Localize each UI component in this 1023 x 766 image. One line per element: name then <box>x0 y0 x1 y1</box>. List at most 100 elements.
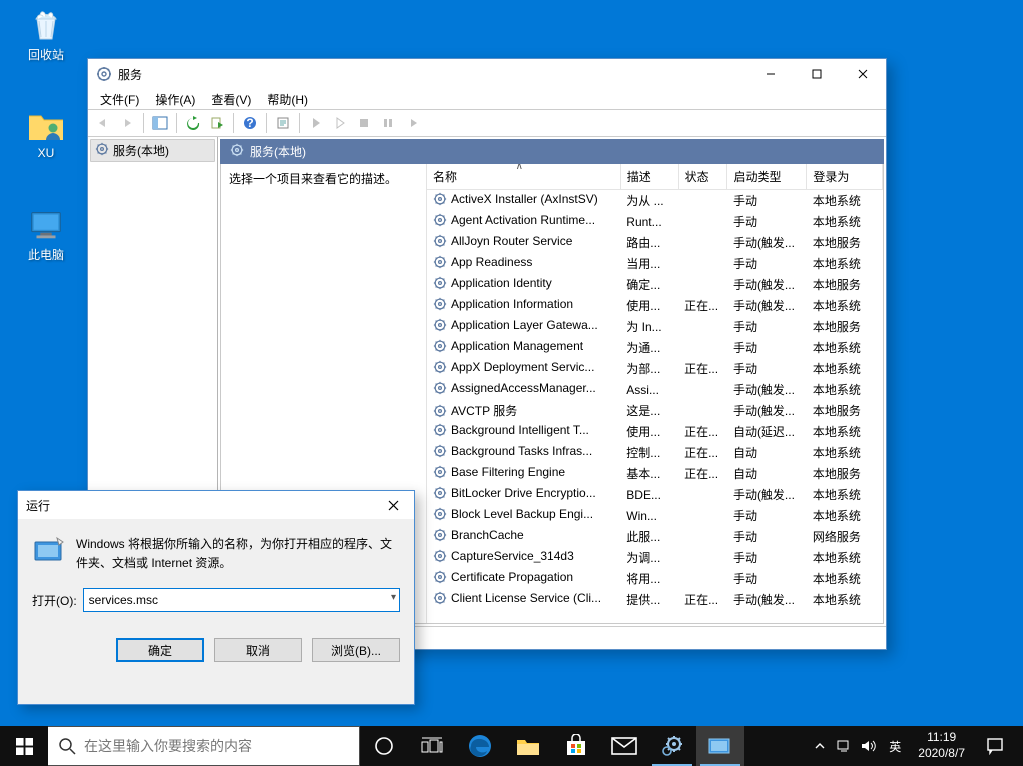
start-service-button[interactable] <box>305 112 327 134</box>
service-logon: 本地系统 <box>807 442 883 463</box>
menu-file[interactable]: 文件(F) <box>92 89 147 110</box>
service-desc: 为 In... <box>620 316 678 337</box>
browse-button[interactable]: 浏览(B)... <box>312 638 400 662</box>
service-name: Agent Activation Runtime... <box>451 213 595 227</box>
service-row[interactable]: Base Filtering Engine基本...正在...自动本地服务 <box>427 463 883 484</box>
service-row[interactable]: CaptureService_314d3为调...手动本地系统 <box>427 547 883 568</box>
tree-node-services-local[interactable]: 服务(本地) <box>90 139 215 162</box>
ok-button[interactable]: 确定 <box>116 638 204 662</box>
taskbar-clock[interactable]: 11:19 2020/8/7 <box>910 730 973 761</box>
description-hint: 选择一个项目来查看它的描述。 <box>229 170 418 187</box>
refresh-button[interactable] <box>182 112 204 134</box>
tray-network-icon[interactable] <box>832 739 856 753</box>
nav-back-button[interactable] <box>92 112 114 134</box>
clock-time: 11:19 <box>918 730 965 746</box>
export-list-button[interactable] <box>206 112 228 134</box>
cancel-button[interactable]: 取消 <box>214 638 302 662</box>
service-desc: 使用... <box>620 421 678 442</box>
maximize-button[interactable] <box>794 59 840 89</box>
service-name: ActiveX Installer (AxInstSV) <box>451 192 598 206</box>
service-row[interactable]: Block Level Backup Engi...Win...手动本地系统 <box>427 505 883 526</box>
cortana-button[interactable] <box>360 726 408 766</box>
properties-button[interactable] <box>272 112 294 134</box>
service-logon: 本地系统 <box>807 547 883 568</box>
service-row[interactable]: Certificate Propagation将用...手动本地系统 <box>427 568 883 589</box>
column-header-logon[interactable]: 登录为 <box>807 164 883 190</box>
service-logon: 本地系统 <box>807 358 883 379</box>
service-startup: 手动(触发... <box>727 484 807 505</box>
service-row[interactable]: Background Intelligent T...使用...正在...自动(… <box>427 421 883 442</box>
service-row[interactable]: Agent Activation Runtime...Runt...手动本地系统 <box>427 211 883 232</box>
service-name: CaptureService_314d3 <box>451 549 574 563</box>
tray-volume-icon[interactable] <box>856 739 880 753</box>
service-row[interactable]: App Readiness当用...手动本地系统 <box>427 253 883 274</box>
restart-service-button[interactable] <box>401 112 423 134</box>
task-view-button[interactable] <box>408 726 456 766</box>
service-status: 正在... <box>678 421 727 442</box>
services-list[interactable]: 名称 描述 状态 启动类型 登录为 ActiveX Installer (AxI… <box>427 164 883 623</box>
service-row[interactable]: AssignedAccessManager...Assi...手动(触发...本… <box>427 379 883 400</box>
service-row[interactable]: AppX Deployment Servic...为部...正在...手动本地系… <box>427 358 883 379</box>
menu-help[interactable]: 帮助(H) <box>259 89 316 110</box>
minimize-button[interactable] <box>748 59 794 89</box>
action-center-button[interactable] <box>973 737 1017 755</box>
column-header-status[interactable]: 状态 <box>678 164 727 190</box>
service-startup: 手动 <box>727 568 807 589</box>
titlebar[interactable]: 服务 <box>88 59 886 89</box>
service-row[interactable]: BitLocker Drive Encryptio...BDE...手动(触发.… <box>427 484 883 505</box>
column-header-startup[interactable]: 启动类型 <box>727 164 807 190</box>
taskbar-app-run[interactable] <box>696 726 744 766</box>
start-button[interactable] <box>0 726 48 766</box>
desktop-icon-xu[interactable]: XU <box>12 106 80 160</box>
service-status: 正在... <box>678 295 727 316</box>
taskbar-app-explorer[interactable] <box>504 726 552 766</box>
service-startup: 手动 <box>727 505 807 526</box>
tray-ime-indicator[interactable]: 英 <box>880 738 910 755</box>
column-header-description[interactable]: 描述 <box>620 164 678 190</box>
show-hide-tree-button[interactable] <box>149 112 171 134</box>
service-row[interactable]: Client License Service (Cli...提供...正在...… <box>427 589 883 610</box>
titlebar[interactable]: 运行 <box>18 491 414 519</box>
service-row[interactable]: Application Layer Gatewa...为 In...手动本地服务 <box>427 316 883 337</box>
service-row[interactable]: AVCTP 服务这是...手动(触发...本地服务 <box>427 400 883 421</box>
help-button[interactable]: ? <box>239 112 261 134</box>
service-row[interactable]: BranchCache此服...手动网络服务 <box>427 526 883 547</box>
gear-icon <box>433 234 447 248</box>
service-logon: 本地服务 <box>807 400 883 421</box>
service-logon: 本地系统 <box>807 295 883 316</box>
service-row[interactable]: Background Tasks Infras...控制...正在...自动本地… <box>427 442 883 463</box>
taskbar-app-mail[interactable] <box>600 726 648 766</box>
menu-view[interactable]: 查看(V) <box>203 89 259 110</box>
service-name: Block Level Backup Engi... <box>451 507 593 521</box>
service-name: AppX Deployment Servic... <box>451 360 594 374</box>
column-header-name[interactable]: 名称 <box>427 164 620 190</box>
pause-service-button[interactable] <box>377 112 399 134</box>
tray-overflow-icon[interactable] <box>808 740 832 752</box>
service-logon: 本地服务 <box>807 463 883 484</box>
menu-action[interactable]: 操作(A) <box>147 89 203 110</box>
open-input[interactable] <box>83 588 400 612</box>
desktop-icon-this-pc[interactable]: 此电脑 <box>12 206 80 263</box>
taskbar-search-box[interactable]: 在这里输入你要搜索的内容 <box>48 726 360 766</box>
service-startup: 手动 <box>727 190 807 212</box>
close-button[interactable] <box>372 491 414 519</box>
desktop-icon-recycle-bin[interactable]: 回收站 <box>12 6 80 63</box>
taskbar-app-store[interactable] <box>552 726 600 766</box>
service-row[interactable]: ActiveX Installer (AxInstSV)为从 ...手动本地系统 <box>427 190 883 212</box>
service-row[interactable]: Application Management为通...手动本地系统 <box>427 337 883 358</box>
close-button[interactable] <box>840 59 886 89</box>
service-name: Certificate Propagation <box>451 570 573 584</box>
service-row[interactable]: AllJoyn Router Service路由...手动(触发...本地服务 <box>427 232 883 253</box>
nav-forward-button[interactable] <box>116 112 138 134</box>
gear-icon <box>433 444 447 458</box>
stop-service-button[interactable] <box>353 112 375 134</box>
taskbar-app-edge[interactable] <box>456 726 504 766</box>
taskbar-app-services[interactable] <box>648 726 696 766</box>
service-row[interactable]: Application Identity确定...手动(触发...本地服务 <box>427 274 883 295</box>
chevron-down-icon[interactable]: ▾ <box>391 592 396 603</box>
gear-icon <box>433 276 447 290</box>
start-service-alt-button[interactable] <box>329 112 351 134</box>
service-startup: 手动(触发... <box>727 232 807 253</box>
service-row[interactable]: Application Information使用...正在...手动(触发..… <box>427 295 883 316</box>
service-desc: 将用... <box>620 568 678 589</box>
